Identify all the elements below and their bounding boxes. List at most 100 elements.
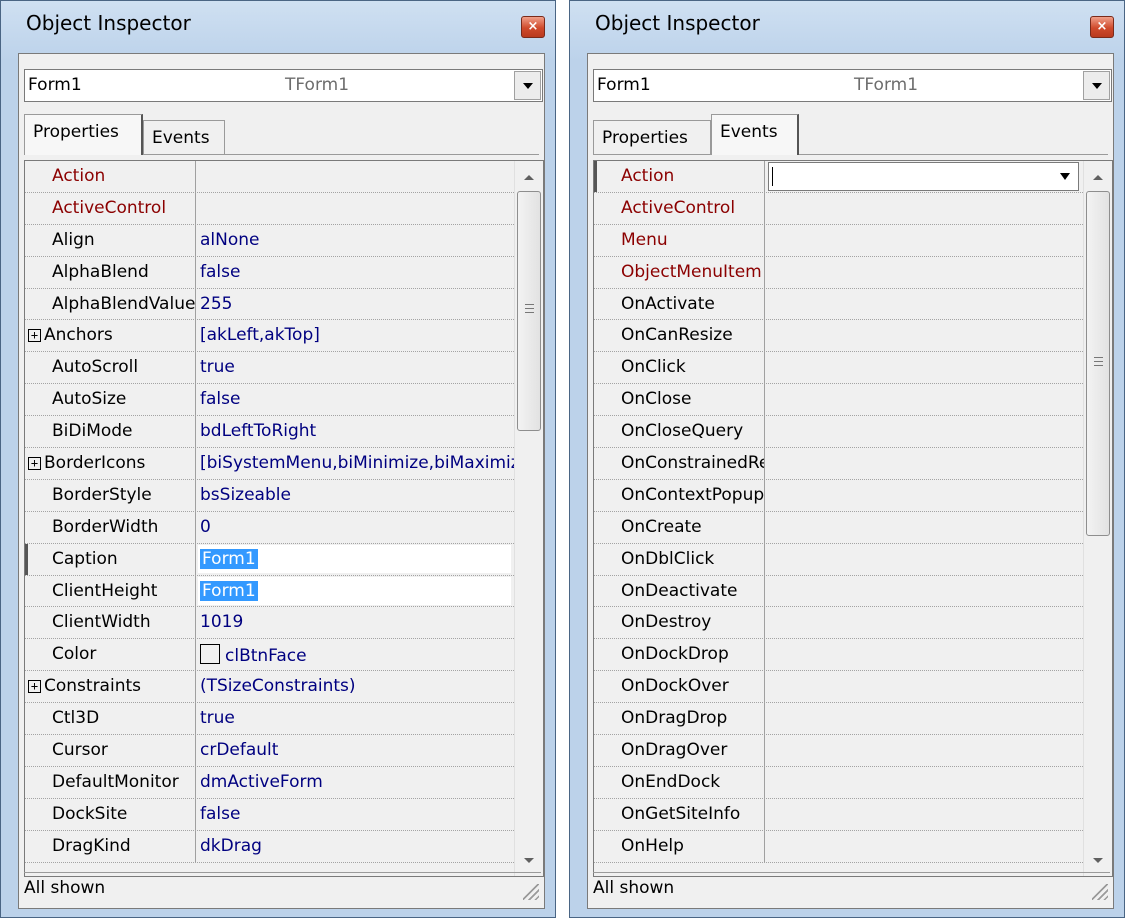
row-value[interactable]: dmActiveForm (200, 767, 514, 798)
row-name[interactable]: Color (25, 639, 196, 671)
grid-row[interactable]: OnGetSiteInfo (594, 798, 1083, 831)
row-value[interactable] (769, 544, 1083, 575)
row-name[interactable]: OnDockDrop (594, 639, 765, 671)
grid-row[interactable]: AutoScroll true (25, 352, 514, 385)
grid-row[interactable]: Action (594, 161, 1083, 193)
event-handler-combo[interactable] (768, 162, 1079, 191)
title-bar[interactable]: Object Inspector × (570, 1, 1124, 53)
row-name[interactable]: OnHelp (594, 830, 765, 862)
row-value[interactable]: bdLeftToRight (200, 416, 514, 447)
grid-row[interactable]: BiDiMode bdLeftToRight (25, 416, 514, 449)
close-button[interactable]: × (521, 16, 545, 38)
grid-row[interactable]: ActiveControl (25, 192, 514, 225)
scroll-thumb[interactable] (1086, 191, 1110, 536)
grid-row[interactable]: OnConstrainedResize (594, 448, 1083, 480)
row-value[interactable]: (TSizeConstraints) (200, 671, 514, 702)
row-value[interactable] (769, 799, 1083, 830)
row-value[interactable] (769, 639, 1083, 670)
row-value[interactable] (769, 831, 1083, 862)
row-value[interactable] (769, 448, 1083, 479)
row-name[interactable]: OnGetSiteInfo (594, 798, 765, 830)
row-value[interactable] (769, 384, 1083, 415)
row-name[interactable]: AlphaBlendValue (25, 288, 196, 320)
grid-row[interactable]: Color clBtnFace (25, 639, 514, 672)
grid-row[interactable]: AutoSize false (25, 384, 514, 417)
vertical-scrollbar[interactable] (514, 161, 543, 876)
chevron-down-icon[interactable] (1060, 173, 1070, 180)
grid-row[interactable]: OnActivate (594, 288, 1083, 321)
grid-row[interactable]: OnCanResize (594, 320, 1083, 353)
grid-row[interactable]: OnDblClick (594, 543, 1083, 576)
row-name[interactable]: ActiveControl (594, 192, 765, 224)
row-name[interactable]: DragKind (25, 830, 196, 862)
grid-row[interactable]: OnDragOver (594, 735, 1083, 767)
row-name[interactable]: OnCanResize (594, 320, 765, 352)
grid-row[interactable]: BorderStyle bsSizeable (25, 479, 514, 512)
row-value[interactable]: [biSystemMenu,biMinimize,biMaximize] (200, 448, 514, 479)
close-button[interactable]: × (1090, 16, 1114, 38)
grid-row[interactable]: OnCreate (594, 511, 1083, 544)
row-value[interactable] (769, 193, 1083, 224)
row-name[interactable]: Ctl3D (25, 703, 196, 735)
row-value[interactable] (200, 161, 514, 192)
row-value[interactable]: alNone (200, 225, 514, 256)
row-value[interactable] (769, 257, 1083, 288)
row-name[interactable]: OnDragOver (594, 735, 765, 767)
row-name[interactable]: OnConstrainedResize (594, 448, 765, 480)
grid-row[interactable]: OnCloseQuery (594, 416, 1083, 449)
tab-properties[interactable]: Properties (593, 120, 711, 155)
row-value[interactable] (769, 671, 1083, 702)
row-name[interactable]: OnActivate (594, 288, 765, 320)
row-name[interactable]: Constraints (25, 671, 196, 703)
row-value[interactable]: [akLeft,akTop] (200, 320, 514, 351)
grid-row[interactable]: OnClose (594, 384, 1083, 417)
row-name[interactable]: OnEndDock (594, 766, 765, 798)
row-value[interactable]: crDefault (200, 735, 514, 766)
grid-row[interactable]: OnContextPopup (594, 479, 1083, 512)
grid-row[interactable]: ClientWidth 1019 (25, 607, 514, 640)
grid-row[interactable]: Align alNone (25, 224, 514, 257)
row-name[interactable]: ClientHeight (25, 575, 196, 607)
row-value[interactable]: 0 (200, 512, 514, 543)
row-value[interactable] (769, 512, 1083, 543)
row-name[interactable]: OnCreate (594, 511, 765, 543)
grid-row[interactable]: AlphaBlend false (25, 256, 514, 289)
grid-row[interactable]: BorderWidth 0 (25, 511, 514, 544)
row-value[interactable]: 255 (200, 289, 514, 320)
grid-row[interactable]: ClientHeight Form1 (25, 575, 514, 608)
title-bar[interactable]: Object Inspector × (1, 1, 555, 53)
row-value[interactable] (769, 416, 1083, 447)
row-value[interactable] (769, 703, 1083, 734)
row-value[interactable]: clBtnFace (200, 639, 514, 670)
row-value[interactable]: true (200, 352, 514, 383)
row-value[interactable]: true (200, 703, 514, 734)
row-value[interactable] (769, 735, 1083, 766)
grid-row[interactable]: Menu (594, 224, 1083, 257)
row-name[interactable]: Cursor (25, 735, 196, 767)
row-name[interactable]: Align (25, 224, 196, 256)
grid-row[interactable]: DragKind dkDrag (25, 830, 514, 863)
row-value[interactable] (769, 225, 1083, 256)
row-value[interactable]: dkDrag (200, 831, 514, 862)
row-name[interactable]: OnCloseQuery (594, 416, 765, 448)
grid-row[interactable]: AlphaBlendValue 255 (25, 288, 514, 321)
row-name[interactable]: OnDockOver (594, 671, 765, 703)
grid-row[interactable]: DefaultMonitor dmActiveForm (25, 766, 514, 799)
grid-row[interactable]: ActiveControl (594, 192, 1083, 225)
row-value[interactable] (769, 480, 1083, 511)
vertical-scrollbar[interactable] (1083, 161, 1112, 876)
row-name[interactable]: BorderIcons (25, 448, 196, 480)
row-value[interactable] (769, 320, 1083, 351)
resize-grip-icon[interactable] (1092, 884, 1108, 900)
row-name[interactable]: BorderStyle (25, 479, 196, 511)
row-name[interactable]: Caption (25, 543, 196, 575)
grid-row[interactable]: ObjectMenuItem (594, 256, 1083, 289)
row-value[interactable]: 1019 (200, 607, 514, 638)
grid-row[interactable]: + Anchors [akLeft,akTop] (25, 320, 514, 353)
tab-events[interactable]: Events (143, 120, 225, 155)
grid-row[interactable]: Cursor crDefault (25, 735, 514, 767)
row-name[interactable]: Action (25, 161, 196, 192)
grid-row[interactable]: OnClick (594, 352, 1083, 385)
row-name[interactable]: OnDestroy (594, 607, 765, 639)
row-name[interactable]: DefaultMonitor (25, 766, 196, 798)
